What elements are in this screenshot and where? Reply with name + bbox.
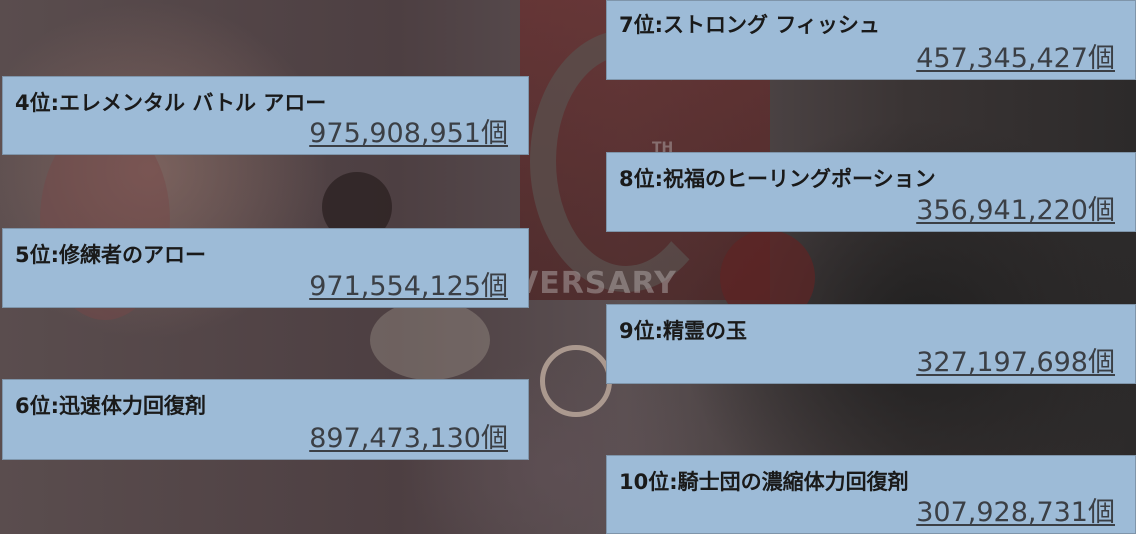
ranking-label: 9位:精霊の玉	[619, 319, 748, 343]
ranking-count: 971,554,125個	[309, 271, 508, 302]
ranking-count: 457,345,427個	[916, 43, 1115, 74]
cloth-decoration	[370, 300, 490, 380]
ranking-count: 307,928,731個	[916, 497, 1115, 528]
ranking-label: 8位:祝福のヒーリングポーション	[619, 167, 936, 191]
ranking-card-10: 10位:騎士団の濃縮体力回復剤 307,928,731個	[606, 455, 1136, 534]
anniversary-text: VERSARY	[515, 266, 677, 301]
ranking-count: 327,197,698個	[916, 347, 1115, 378]
ranking-label: 5位:修練者のアロー	[15, 243, 207, 267]
ranking-label: 10位:騎士団の濃縮体力回復剤	[619, 470, 909, 494]
ranking-card-8: 8位:祝福のヒーリングポーション 356,941,220個	[606, 152, 1136, 232]
ranking-card-5: 5位:修練者のアロー 971,554,125個	[2, 228, 529, 308]
ranking-count: 975,908,951個	[309, 118, 508, 149]
ranking-label: 6位:迅速体力回復剤	[15, 394, 207, 418]
ranking-card-9: 9位:精霊の玉 327,197,698個	[606, 304, 1136, 384]
knot-ornament-icon	[540, 345, 612, 417]
ranking-count: 356,941,220個	[916, 195, 1115, 226]
ranking-count: 897,473,130個	[309, 423, 508, 454]
ranking-card-6: 6位:迅速体力回復剤 897,473,130個	[2, 379, 529, 460]
ranking-card-4: 4位:エレメンタル バトル アロー 975,908,951個	[2, 76, 529, 155]
ranking-label: 4位:エレメンタル バトル アロー	[15, 91, 327, 115]
ranking-card-7: 7位:ストロング フィッシュ 457,345,427個	[606, 0, 1136, 80]
ranking-label: 7位:ストロング フィッシュ	[619, 13, 880, 37]
